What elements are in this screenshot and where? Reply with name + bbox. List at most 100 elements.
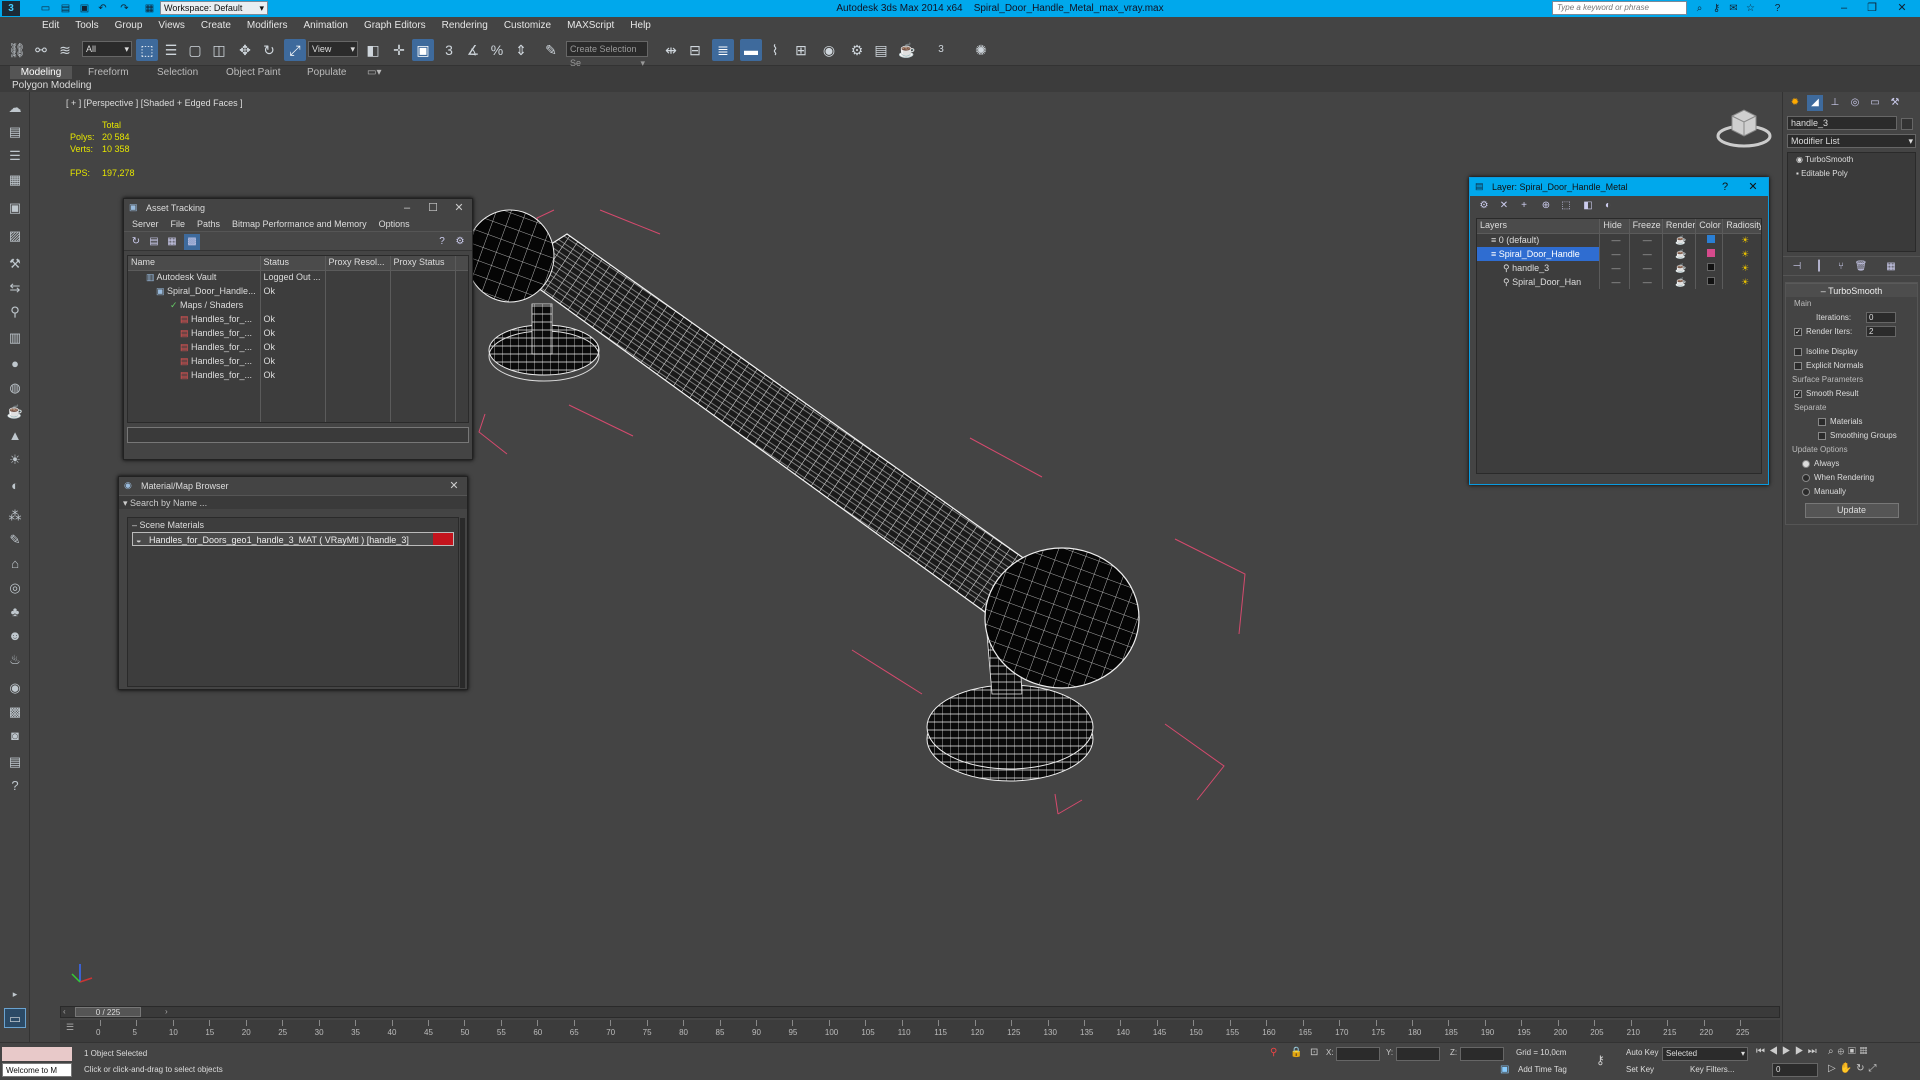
link-icon[interactable]: ⛓ xyxy=(6,39,28,61)
character-icon[interactable]: ☻ xyxy=(4,626,26,646)
pin-stack-icon[interactable]: ⊣ xyxy=(1789,259,1805,275)
layer-list-icon[interactable]: ▦ xyxy=(4,170,26,190)
column-proxy-resolution[interactable]: Proxy Resol... xyxy=(325,256,391,271)
ribbon-tab-selection[interactable]: Selection xyxy=(157,66,198,79)
minimize-button[interactable]: – xyxy=(1830,0,1858,17)
table-row[interactable]: ▤ Handles_for_... Ok xyxy=(128,312,468,326)
viewcube-icon[interactable] xyxy=(1714,100,1774,152)
material-editor-icon[interactable]: ◉ xyxy=(818,39,840,61)
always-radio[interactable] xyxy=(1802,459,1810,468)
help-icon[interactable]: ? xyxy=(434,234,450,250)
display-icon[interactable]: ▨ xyxy=(4,226,26,246)
teapot-icon[interactable]: ☕ xyxy=(4,402,26,422)
iterations-spinner[interactable]: 0 xyxy=(1866,312,1896,323)
auto-key-button[interactable]: Auto Key xyxy=(1626,1048,1658,1057)
menu-bitmap-performance[interactable]: Bitmap Performance and Memory xyxy=(226,217,373,231)
selection-filter-dropdown[interactable]: All ▾ xyxy=(82,41,132,57)
layer-color-swatch[interactable] xyxy=(1695,261,1724,275)
hide-toggle[interactable]: — xyxy=(1599,247,1630,261)
column-proxy-status[interactable]: Proxy Status xyxy=(390,256,456,271)
zoom-icon[interactable]: ⌕ xyxy=(1828,1046,1838,1057)
utilities-icon[interactable]: ▤ xyxy=(4,752,26,772)
layer-manager-titlebar[interactable]: ▤ Layer: Spiral_Door_Handle_Metal ? ✕ xyxy=(1470,178,1768,196)
menu-help[interactable]: Help xyxy=(622,17,659,34)
materials-checkbox[interactable] xyxy=(1818,417,1826,426)
ribbon-tab-freeform[interactable]: Freeform xyxy=(88,66,129,79)
menu-edit[interactable]: Edit xyxy=(34,17,67,34)
column-freeze[interactable]: Freeze xyxy=(1629,219,1663,234)
table-view-icon[interactable]: ▦ xyxy=(164,234,180,250)
render-production-icon[interactable]: ☕ xyxy=(896,39,918,61)
menu-options[interactable]: Options xyxy=(373,217,416,231)
create-tab-icon[interactable]: ✹ xyxy=(1787,95,1803,111)
time-tag-icon[interactable]: ▣ xyxy=(1500,1064,1509,1075)
render-teapot-icon[interactable]: ☕ xyxy=(1662,275,1697,289)
scene-explorer-icon[interactable]: ▤ xyxy=(4,122,26,142)
ribbon-sub-polygon-modeling[interactable]: Polygon Modeling xyxy=(12,79,92,92)
scene-materials-header[interactable]: – Scene Materials xyxy=(128,518,458,532)
z-coordinate-field[interactable] xyxy=(1460,1047,1504,1061)
hide-toggle[interactable]: — xyxy=(1599,261,1630,275)
rectangular-selection-icon[interactable]: ▢ xyxy=(184,39,206,61)
align-icon[interactable]: ⊟ xyxy=(684,39,706,61)
show-end-result-icon[interactable]: ┃ xyxy=(1811,259,1827,275)
material-item[interactable]: ◒ Handles_for_Doors_geo1_handle_3_MAT ( … xyxy=(132,532,454,546)
container-icon[interactable]: ▣ xyxy=(4,198,26,218)
add-time-tag-button[interactable]: Add Time Tag xyxy=(1518,1065,1567,1074)
new-file-icon[interactable]: ▭ xyxy=(38,1,53,16)
named-selection-dropdown[interactable]: Create Selection Se ▾ xyxy=(566,41,648,68)
open-file-icon[interactable]: ▤ xyxy=(58,1,73,16)
viewport-layout-icon[interactable]: ▭ xyxy=(4,1008,26,1028)
plant-icon[interactable]: ♣ xyxy=(4,602,26,622)
vault-icon[interactable]: ⚙ xyxy=(452,234,468,250)
help-icon[interactable]: ? xyxy=(4,776,26,796)
bind-space-warp-icon[interactable]: ≋ xyxy=(54,39,76,61)
stack-item-editable-poly[interactable]: ▪ Editable Poly xyxy=(1788,167,1915,181)
browser-options-icon[interactable]: ▾ xyxy=(123,498,130,508)
column-name[interactable]: Name xyxy=(128,256,261,271)
scale-icon[interactable]: ⤢ xyxy=(284,39,306,61)
layer-tools-icon[interactable]: ⚙ xyxy=(1476,198,1492,214)
maximize-button[interactable]: ☐ xyxy=(420,199,446,217)
menu-animation[interactable]: Animation xyxy=(295,17,355,34)
table-row[interactable]: ▤ Handles_for_... Ok xyxy=(128,368,468,382)
set-key-icon[interactable]: ⚷ xyxy=(1596,1053,1605,1067)
close-button[interactable]: ✕ xyxy=(446,199,472,217)
modifier-list-dropdown[interactable]: Modifier List ▾ xyxy=(1787,134,1916,148)
column-radiosity[interactable]: Radiosity xyxy=(1722,219,1761,234)
rotate-icon[interactable]: ↻ xyxy=(258,39,280,61)
pivot-center-icon[interactable]: ◧ xyxy=(362,39,384,61)
schematic-view-icon[interactable]: ⊞ xyxy=(790,39,812,61)
render-teapot-icon[interactable]: ☕ xyxy=(1662,261,1697,275)
column-layers[interactable]: Layers xyxy=(1477,219,1601,234)
lock-selection-icon[interactable]: 🔒 xyxy=(1290,1047,1302,1058)
keyboard-shortcut-override-icon[interactable]: ▣ xyxy=(412,39,434,61)
asset-tracking-titlebar[interactable]: ▣ Asset Tracking – ☐ ✕ xyxy=(124,199,472,217)
material-search-input[interactable]: Search by Name ... xyxy=(130,498,207,508)
menu-maxscript[interactable]: MAXScript xyxy=(559,17,622,34)
utilities-tab-icon[interactable]: ⚒ xyxy=(1887,95,1903,111)
undo-icon[interactable]: ↶ xyxy=(95,1,110,16)
menu-create[interactable]: Create xyxy=(193,17,239,34)
unlink-icon[interactable]: ⚯ xyxy=(30,39,52,61)
manually-radio[interactable] xyxy=(1802,487,1810,496)
orbit-icon[interactable]: ↻ xyxy=(1856,1063,1868,1074)
select-manipulate-icon[interactable]: ✛ xyxy=(388,39,410,61)
make-unique-icon[interactable]: ⑂ xyxy=(1833,259,1849,275)
refresh-icon[interactable]: ↻ xyxy=(128,234,144,250)
asset-path-field[interactable] xyxy=(127,427,469,443)
layer-row[interactable]: ≡ 0 (default) — — ☕ ☀ xyxy=(1477,233,1761,247)
smooth-result-checkbox[interactable]: ✓ xyxy=(1794,389,1802,398)
restore-button[interactable]: ❐ xyxy=(1858,0,1886,17)
menu-rendering[interactable]: Rendering xyxy=(434,17,496,34)
create-layer-icon[interactable]: + xyxy=(1516,198,1532,214)
modify-tab-icon[interactable]: ◢ xyxy=(1807,95,1823,111)
camera-icon[interactable]: ◙ xyxy=(4,726,26,746)
percent-snap-icon[interactable]: % xyxy=(486,39,508,61)
select-objects-icon[interactable]: ⬚ xyxy=(1558,198,1574,214)
column-color[interactable]: Color xyxy=(1695,219,1724,234)
go-to-end-icon[interactable]: ⏭ xyxy=(1808,1046,1821,1057)
zoom-extents-icon[interactable]: ▣ xyxy=(1848,1046,1860,1057)
hide-toggle[interactable]: — xyxy=(1599,233,1630,247)
move-icon[interactable]: ✥ xyxy=(234,39,256,61)
